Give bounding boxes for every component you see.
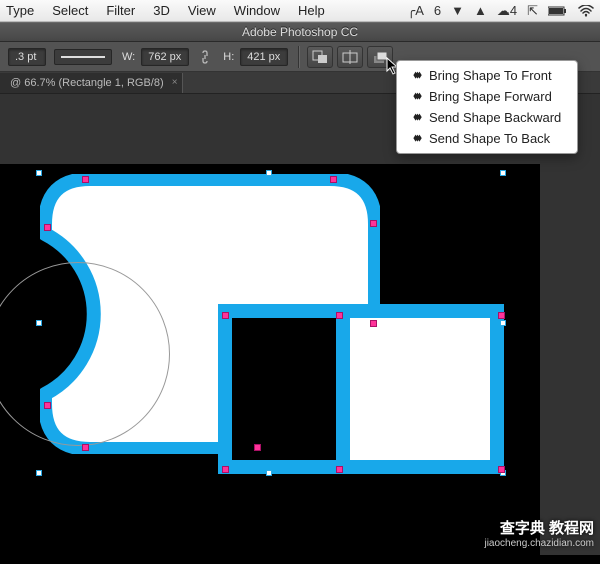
menu-window[interactable]: Window	[234, 3, 280, 18]
anchor-point[interactable]	[336, 312, 343, 319]
width-label: W:	[122, 51, 135, 63]
notification-count: 6	[434, 3, 441, 18]
adobe-status-icon: ╭A	[407, 3, 424, 19]
height-label: H:	[223, 51, 234, 63]
link-wh-icon[interactable]	[199, 50, 211, 64]
dropbox-icon[interactable]: ▼	[451, 3, 464, 18]
menu-3d[interactable]: 3D	[153, 3, 170, 18]
transform-handle[interactable]	[266, 170, 272, 176]
anchor-point[interactable]	[82, 444, 89, 451]
stroke-style-dropdown[interactable]	[54, 49, 112, 65]
menu-send-to-back[interactable]: ⬧⬧⬧Send Shape To Back	[397, 128, 577, 149]
path-ops-button[interactable]	[307, 46, 333, 68]
anchor-point[interactable]	[82, 176, 89, 183]
stroke-weight-field[interactable]: .3 pt	[8, 48, 46, 66]
menu-type[interactable]: Type	[6, 3, 34, 18]
anchor-point[interactable]	[222, 312, 229, 319]
stack-back-icon: ⬧⬧⬧	[407, 132, 425, 145]
mac-menubar: Type Select Filter 3D View Window Help ╭…	[0, 0, 600, 22]
menu-help[interactable]: Help	[298, 3, 325, 18]
canvas[interactable]: 查字典 教程网 jiaocheng.chazidian.com	[0, 94, 600, 555]
app-titlebar: Adobe Photoshop CC	[0, 22, 600, 42]
anchor-point[interactable]	[222, 466, 229, 473]
anchor-point[interactable]	[370, 220, 377, 227]
path-arrange-button[interactable]	[367, 46, 393, 68]
cc-icon[interactable]: ☁4	[497, 3, 517, 19]
close-tab-icon[interactable]: ×	[172, 77, 178, 88]
menu-bring-forward[interactable]: ⬧⬧⬧Bring Shape Forward	[397, 86, 577, 107]
menu-filter[interactable]: Filter	[106, 3, 135, 18]
menu-bring-to-front[interactable]: ⬧⬧⬧Bring Shape To Front	[397, 65, 577, 86]
battery-icon[interactable]	[548, 6, 568, 16]
width-field[interactable]: 762 px	[141, 48, 189, 66]
transform-handle[interactable]	[36, 170, 42, 176]
stack-backward-icon: ⬧⬧⬧	[407, 111, 425, 124]
anchor-point[interactable]	[370, 320, 377, 327]
anchor-point[interactable]	[254, 444, 261, 451]
transform-handle[interactable]	[500, 320, 506, 326]
gdrive-icon[interactable]: ▲	[474, 3, 487, 18]
watermark: 查字典 教程网 jiaocheng.chazidian.com	[484, 517, 594, 549]
anchor-point[interactable]	[498, 466, 505, 473]
anchor-point[interactable]	[44, 224, 51, 231]
arrange-dropdown: ⬧⬧⬧Bring Shape To Front ⬧⬧⬧Bring Shape F…	[396, 60, 578, 154]
anchor-point[interactable]	[336, 466, 343, 473]
transform-handle[interactable]	[36, 320, 42, 326]
transform-handle[interactable]	[500, 170, 506, 176]
anchor-point[interactable]	[44, 402, 51, 409]
document-tab[interactable]: @ 66.7% (Rectangle 1, RGB/8) ×	[0, 73, 183, 93]
divider	[298, 46, 299, 68]
app-title: Adobe Photoshop CC	[242, 25, 358, 39]
fullscreen-icon[interactable]: ⇱	[527, 3, 538, 19]
artboard	[0, 164, 540, 564]
stack-forward-icon: ⬧⬧⬧	[407, 90, 425, 103]
menu-send-backward[interactable]: ⬧⬧⬧Send Shape Backward	[397, 107, 577, 128]
anchor-point[interactable]	[498, 312, 505, 319]
height-field[interactable]: 421 px	[240, 48, 288, 66]
anchor-point[interactable]	[330, 176, 337, 183]
transform-handle[interactable]	[266, 470, 272, 476]
wifi-icon[interactable]	[578, 5, 594, 17]
menu-view[interactable]: View	[188, 3, 216, 18]
menu-select[interactable]: Select	[52, 3, 88, 18]
path-align-button[interactable]	[337, 46, 363, 68]
transform-handle[interactable]	[36, 470, 42, 476]
stack-front-icon: ⬧⬧⬧	[407, 69, 425, 82]
